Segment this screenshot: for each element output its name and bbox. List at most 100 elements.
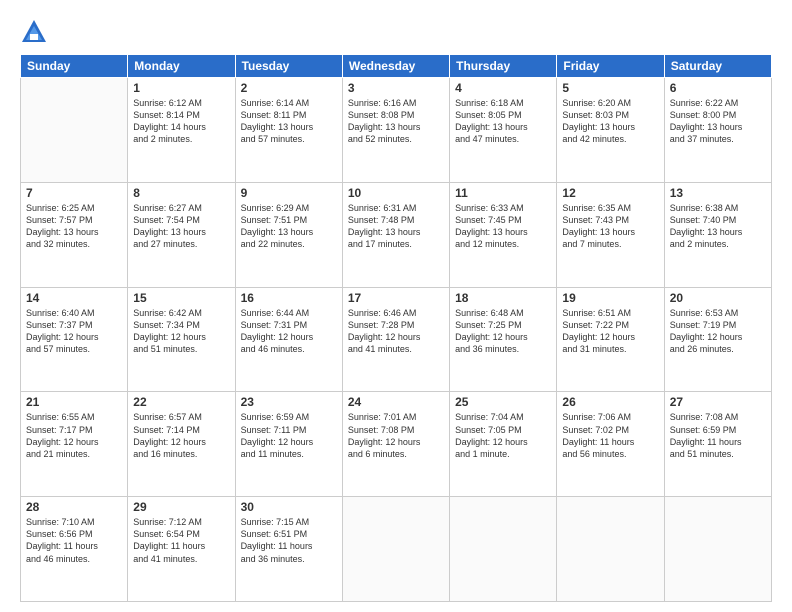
calendar-cell: 17 Sunrise: 6:46 AM Sunset: 7:28 PM Dayli…	[342, 287, 449, 392]
day-info: Sunrise: 6:53 AM Sunset: 7:19 PM Dayligh…	[670, 307, 766, 356]
day-number: 16	[241, 291, 337, 305]
weekday-header: Tuesday	[235, 55, 342, 78]
day-info: Sunrise: 7:04 AM Sunset: 7:05 PM Dayligh…	[455, 411, 551, 460]
calendar-cell	[557, 497, 664, 602]
calendar-cell: 24 Sunrise: 7:01 AM Sunset: 7:08 PM Dayli…	[342, 392, 449, 497]
day-info: Sunrise: 6:59 AM Sunset: 7:11 PM Dayligh…	[241, 411, 337, 460]
day-number: 25	[455, 395, 551, 409]
calendar-row: 21 Sunrise: 6:55 AM Sunset: 7:17 PM Dayli…	[21, 392, 772, 497]
logo-icon	[20, 18, 48, 46]
day-number: 18	[455, 291, 551, 305]
day-number: 28	[26, 500, 122, 514]
calendar-cell: 20 Sunrise: 6:53 AM Sunset: 7:19 PM Dayli…	[664, 287, 771, 392]
day-info: Sunrise: 7:01 AM Sunset: 7:08 PM Dayligh…	[348, 411, 444, 460]
day-info: Sunrise: 6:44 AM Sunset: 7:31 PM Dayligh…	[241, 307, 337, 356]
day-number: 23	[241, 395, 337, 409]
weekday-header-row: SundayMondayTuesdayWednesdayThursdayFrid…	[21, 55, 772, 78]
day-number: 8	[133, 186, 229, 200]
day-number: 5	[562, 81, 658, 95]
day-info: Sunrise: 6:46 AM Sunset: 7:28 PM Dayligh…	[348, 307, 444, 356]
calendar-cell: 23 Sunrise: 6:59 AM Sunset: 7:11 PM Dayli…	[235, 392, 342, 497]
day-info: Sunrise: 6:22 AM Sunset: 8:00 PM Dayligh…	[670, 97, 766, 146]
calendar-cell: 25 Sunrise: 7:04 AM Sunset: 7:05 PM Dayli…	[450, 392, 557, 497]
day-number: 22	[133, 395, 229, 409]
day-number: 21	[26, 395, 122, 409]
day-info: Sunrise: 6:16 AM Sunset: 8:08 PM Dayligh…	[348, 97, 444, 146]
day-info: Sunrise: 6:51 AM Sunset: 7:22 PM Dayligh…	[562, 307, 658, 356]
calendar-cell: 9Sunrise: 6:29 AM Sunset: 7:51 PM Daylig…	[235, 182, 342, 287]
calendar-cell: 18 Sunrise: 6:48 AM Sunset: 7:25 PM Dayli…	[450, 287, 557, 392]
day-number: 13	[670, 186, 766, 200]
calendar-row: 28 Sunrise: 7:10 AM Sunset: 6:56 PM Dayli…	[21, 497, 772, 602]
day-info: Sunrise: 6:57 AM Sunset: 7:14 PM Dayligh…	[133, 411, 229, 460]
day-number: 2	[241, 81, 337, 95]
calendar-cell: 29 Sunrise: 7:12 AM Sunset: 6:54 PM Dayli…	[128, 497, 235, 602]
day-number: 14	[26, 291, 122, 305]
calendar-cell: 2 Sunrise: 6:14 AM Sunset: 8:11 PM Daylig…	[235, 78, 342, 183]
day-info: Sunrise: 7:10 AM Sunset: 6:56 PM Dayligh…	[26, 516, 122, 565]
day-info: Sunrise: 7:06 AM Sunset: 7:02 PM Dayligh…	[562, 411, 658, 460]
calendar-cell: 8 Sunrise: 6:27 AM Sunset: 7:54 PM Daylig…	[128, 182, 235, 287]
calendar-cell: 11 Sunrise: 6:33 AM Sunset: 7:45 PM Dayli…	[450, 182, 557, 287]
calendar-cell: 3 Sunrise: 6:16 AM Sunset: 8:08 PM Daylig…	[342, 78, 449, 183]
calendar-cell: 26 Sunrise: 7:06 AM Sunset: 7:02 PM Dayli…	[557, 392, 664, 497]
day-number: 3	[348, 81, 444, 95]
calendar-cell: 28 Sunrise: 7:10 AM Sunset: 6:56 PM Dayli…	[21, 497, 128, 602]
weekday-header: Saturday	[664, 55, 771, 78]
calendar-cell: 5 Sunrise: 6:20 AM Sunset: 8:03 PM Daylig…	[557, 78, 664, 183]
calendar-cell: 30 Sunrise: 7:15 AM Sunset: 6:51 PM Dayli…	[235, 497, 342, 602]
day-info: Sunrise: 6:48 AM Sunset: 7:25 PM Dayligh…	[455, 307, 551, 356]
calendar-cell	[21, 78, 128, 183]
day-info: Sunrise: 6:40 AM Sunset: 7:37 PM Dayligh…	[26, 307, 122, 356]
weekday-header: Friday	[557, 55, 664, 78]
day-info: Sunrise: 6:29 AM Sunset: 7:51 PM Dayligh…	[241, 202, 337, 251]
calendar-cell: 22 Sunrise: 6:57 AM Sunset: 7:14 PM Dayli…	[128, 392, 235, 497]
calendar-cell: 12Sunrise: 6:35 AM Sunset: 7:43 PM Dayli…	[557, 182, 664, 287]
day-info: Sunrise: 7:15 AM Sunset: 6:51 PM Dayligh…	[241, 516, 337, 565]
calendar-cell: 10 Sunrise: 6:31 AM Sunset: 7:48 PM Dayli…	[342, 182, 449, 287]
calendar-row: 14 Sunrise: 6:40 AM Sunset: 7:37 PM Dayli…	[21, 287, 772, 392]
calendar-cell: 4Sunrise: 6:18 AM Sunset: 8:05 PM Daylig…	[450, 78, 557, 183]
day-number: 11	[455, 186, 551, 200]
calendar-row: 1 Sunrise: 6:12 AM Sunset: 8:14 PM Daylig…	[21, 78, 772, 183]
weekday-header: Monday	[128, 55, 235, 78]
day-info: Sunrise: 7:12 AM Sunset: 6:54 PM Dayligh…	[133, 516, 229, 565]
calendar-cell	[342, 497, 449, 602]
day-number: 4	[455, 81, 551, 95]
day-info: Sunrise: 6:33 AM Sunset: 7:45 PM Dayligh…	[455, 202, 551, 251]
logo	[20, 18, 50, 46]
day-info: Sunrise: 6:31 AM Sunset: 7:48 PM Dayligh…	[348, 202, 444, 251]
day-info: Sunrise: 6:38 AM Sunset: 7:40 PM Dayligh…	[670, 202, 766, 251]
calendar-cell	[450, 497, 557, 602]
calendar-cell: 27Sunrise: 7:08 AM Sunset: 6:59 PM Dayli…	[664, 392, 771, 497]
day-info: Sunrise: 6:20 AM Sunset: 8:03 PM Dayligh…	[562, 97, 658, 146]
day-number: 20	[670, 291, 766, 305]
weekday-header: Sunday	[21, 55, 128, 78]
day-number: 29	[133, 500, 229, 514]
day-number: 26	[562, 395, 658, 409]
calendar-cell: 1 Sunrise: 6:12 AM Sunset: 8:14 PM Daylig…	[128, 78, 235, 183]
day-number: 30	[241, 500, 337, 514]
calendar-cell	[664, 497, 771, 602]
day-info: Sunrise: 6:55 AM Sunset: 7:17 PM Dayligh…	[26, 411, 122, 460]
day-info: Sunrise: 6:27 AM Sunset: 7:54 PM Dayligh…	[133, 202, 229, 251]
calendar-cell: 21 Sunrise: 6:55 AM Sunset: 7:17 PM Dayli…	[21, 392, 128, 497]
day-number: 24	[348, 395, 444, 409]
calendar-cell: 16 Sunrise: 6:44 AM Sunset: 7:31 PM Dayli…	[235, 287, 342, 392]
calendar-row: 7Sunrise: 6:25 AM Sunset: 7:57 PM Daylig…	[21, 182, 772, 287]
calendar-cell: 14 Sunrise: 6:40 AM Sunset: 7:37 PM Dayli…	[21, 287, 128, 392]
day-number: 10	[348, 186, 444, 200]
weekday-header: Thursday	[450, 55, 557, 78]
day-number: 27	[670, 395, 766, 409]
calendar-table: SundayMondayTuesdayWednesdayThursdayFrid…	[20, 54, 772, 602]
day-info: Sunrise: 6:25 AM Sunset: 7:57 PM Dayligh…	[26, 202, 122, 251]
day-info: Sunrise: 6:14 AM Sunset: 8:11 PM Dayligh…	[241, 97, 337, 146]
weekday-header: Wednesday	[342, 55, 449, 78]
day-number: 17	[348, 291, 444, 305]
day-number: 15	[133, 291, 229, 305]
calendar-cell: 13 Sunrise: 6:38 AM Sunset: 7:40 PM Dayli…	[664, 182, 771, 287]
day-number: 1	[133, 81, 229, 95]
day-number: 12	[562, 186, 658, 200]
calendar-cell: 6Sunrise: 6:22 AM Sunset: 8:00 PM Daylig…	[664, 78, 771, 183]
day-info: Sunrise: 6:12 AM Sunset: 8:14 PM Dayligh…	[133, 97, 229, 146]
